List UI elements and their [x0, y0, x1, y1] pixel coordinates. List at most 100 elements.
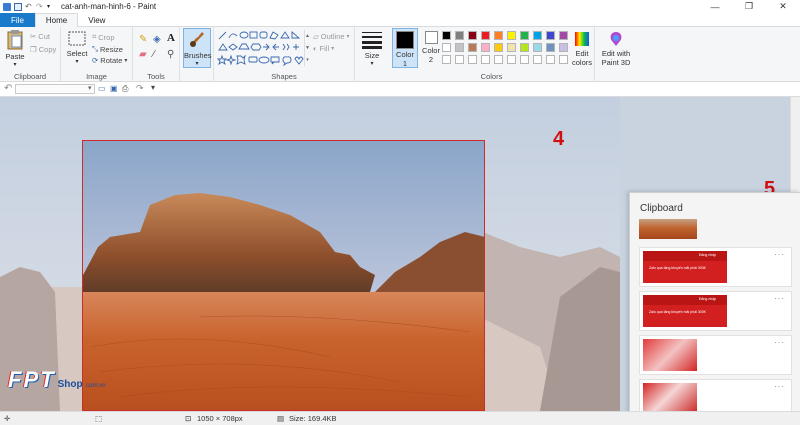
color-swatch[interactable]	[533, 55, 542, 64]
new-icon[interactable]: ▭	[98, 84, 106, 93]
color-swatch[interactable]	[546, 55, 555, 64]
color-swatch[interactable]	[468, 31, 477, 40]
pencil-icon[interactable]: ✎	[139, 34, 147, 45]
edit-colors-line2: colors	[571, 58, 592, 67]
color-swatch[interactable]	[442, 55, 451, 64]
selection-rectangle[interactable]	[82, 140, 485, 411]
selection-size-icon: ⬚	[95, 414, 103, 423]
more-options-icon[interactable]: ···	[774, 382, 785, 391]
fill-bucket-icon[interactable]: ◈	[153, 34, 161, 45]
quick-field[interactable]	[15, 84, 95, 94]
redo-icon[interactable]: ↷	[36, 2, 44, 11]
customize-qat-icon[interactable]: ▾	[151, 83, 155, 92]
color1-button[interactable]: Color 1	[392, 28, 418, 68]
edit-colors-line1: Edit	[575, 49, 589, 58]
shop-text: Shop	[57, 379, 83, 390]
clipboard-item-2[interactable]: Đăng nhập Zalo qua tặng khuyến mãi phải …	[639, 247, 792, 287]
file-size-icon: ▤	[277, 414, 285, 423]
print-icon[interactable]: ⎙	[122, 84, 128, 94]
color-swatch[interactable]	[520, 55, 529, 64]
color-swatch[interactable]	[520, 31, 529, 40]
color-swatch[interactable]	[507, 31, 516, 40]
color-swatch[interactable]	[481, 31, 490, 40]
rotate-button[interactable]: ⟳ Rotate ▾	[92, 56, 127, 65]
color-swatch[interactable]	[481, 43, 490, 52]
crop-button[interactable]: ⌗ Crop	[92, 32, 115, 42]
more-options-icon[interactable]: ···	[774, 294, 785, 303]
color-swatch[interactable]	[494, 43, 503, 52]
edit-colors-button[interactable]: Edit colors	[570, 31, 594, 67]
save-icon[interactable]: ▣	[110, 84, 118, 93]
clipboard-item-4[interactable]: ···	[639, 335, 792, 375]
tab-file[interactable]: File	[0, 13, 35, 27]
edit-paint3d-line2: Paint 3D	[601, 58, 631, 67]
tab-view[interactable]: View	[78, 13, 115, 27]
shapes-gallery[interactable]	[217, 30, 309, 66]
color-swatch[interactable]	[507, 43, 516, 52]
text-tool-icon[interactable]: A	[167, 32, 175, 44]
clipboard-item-1[interactable]	[639, 219, 792, 241]
color-swatch[interactable]	[494, 55, 503, 64]
rotate-icon: ⟳	[92, 56, 99, 65]
save-icon[interactable]	[14, 2, 22, 11]
fpt-shop-watermark: FPT Shop .com.vn	[8, 367, 106, 393]
more-options-icon[interactable]: ···	[774, 250, 785, 259]
close-button[interactable]: ✕	[766, 0, 800, 13]
paste-label: Paste	[5, 52, 25, 61]
color-swatch[interactable]	[546, 31, 555, 40]
color-swatch[interactable]	[533, 43, 542, 52]
more-options-icon[interactable]: ···	[774, 338, 785, 347]
color-swatch[interactable]	[559, 31, 568, 40]
fill-label: Fill	[319, 44, 330, 53]
tools-group: ✎ ◈ A ▰ ⁄ ⚲ Tools	[133, 27, 180, 82]
brushes-button[interactable]: Brushes ▾	[183, 28, 212, 68]
redo-icon[interactable]: ↷	[136, 83, 144, 94]
color2-button[interactable]: Color 2	[420, 31, 442, 64]
qat-dropdown-icon[interactable]: ▾	[47, 3, 55, 11]
dropdown-icon[interactable]: ▾	[88, 84, 92, 92]
cut-button[interactable]: ✂ Cut	[30, 32, 50, 41]
color-swatch[interactable]	[507, 55, 516, 64]
color-swatch[interactable]	[442, 43, 451, 52]
color-swatch[interactable]	[468, 43, 477, 52]
promo-thumbnail	[643, 339, 697, 371]
select-button[interactable]: Select ▾	[65, 31, 89, 65]
undo-icon[interactable]: ↶	[4, 83, 12, 94]
color-swatch[interactable]	[455, 31, 464, 40]
color-swatch[interactable]	[533, 31, 542, 40]
paste-button[interactable]: Paste ▾	[4, 30, 26, 68]
eraser-icon[interactable]: ▰	[139, 49, 147, 60]
resize-button[interactable]: ⤡ Resize	[92, 44, 123, 54]
color-swatch[interactable]	[520, 43, 529, 52]
copy-label: Copy	[38, 45, 57, 54]
color1-label-line2: 1	[402, 59, 408, 68]
color-swatch[interactable]	[481, 55, 490, 64]
edit-with-paint3d-button[interactable]: Edit with Paint 3D	[598, 31, 634, 67]
color-swatch[interactable]	[546, 43, 555, 52]
minimize-button[interactable]: —	[698, 0, 732, 13]
color-swatch[interactable]	[559, 43, 568, 52]
color-swatch[interactable]	[442, 31, 451, 40]
dangnhap-text: Đăng nhập	[699, 253, 717, 257]
shapes-scroll[interactable]: ▲ ▼ ▾	[304, 30, 310, 66]
color-swatch[interactable]	[455, 43, 464, 52]
size-button[interactable]: Size ▾	[361, 31, 383, 67]
color-swatch[interactable]	[468, 55, 477, 64]
color-swatch[interactable]	[455, 55, 464, 64]
shapes-group: ▲ ▼ ▾ ▱ Outline ▾ ◐ Fill ▾ Shapes	[214, 27, 355, 82]
resize-label: Resize	[100, 44, 123, 54]
magnifier-icon[interactable]: ⚲	[167, 49, 174, 60]
color-swatch[interactable]	[494, 31, 503, 40]
color-picker-icon[interactable]: ⁄	[153, 49, 155, 60]
copy-button[interactable]: ❐ Copy	[30, 45, 56, 54]
color-palette	[442, 31, 572, 71]
fill-button[interactable]: ◐ Fill ▾	[313, 44, 334, 53]
clipboard-item-3[interactable]: Đăng nhập Zalo qua tặng khuyến mãi phải …	[639, 291, 792, 331]
brush-icon	[190, 32, 204, 47]
maximize-button[interactable]: ❐	[732, 0, 766, 13]
color-swatch[interactable]	[559, 55, 568, 64]
image-dimensions-icon: ⊡	[185, 414, 192, 423]
undo-icon[interactable]: ↶	[25, 2, 33, 11]
outline-button[interactable]: ▱ Outline ▾	[313, 32, 350, 41]
tab-home[interactable]: Home	[34, 13, 79, 28]
